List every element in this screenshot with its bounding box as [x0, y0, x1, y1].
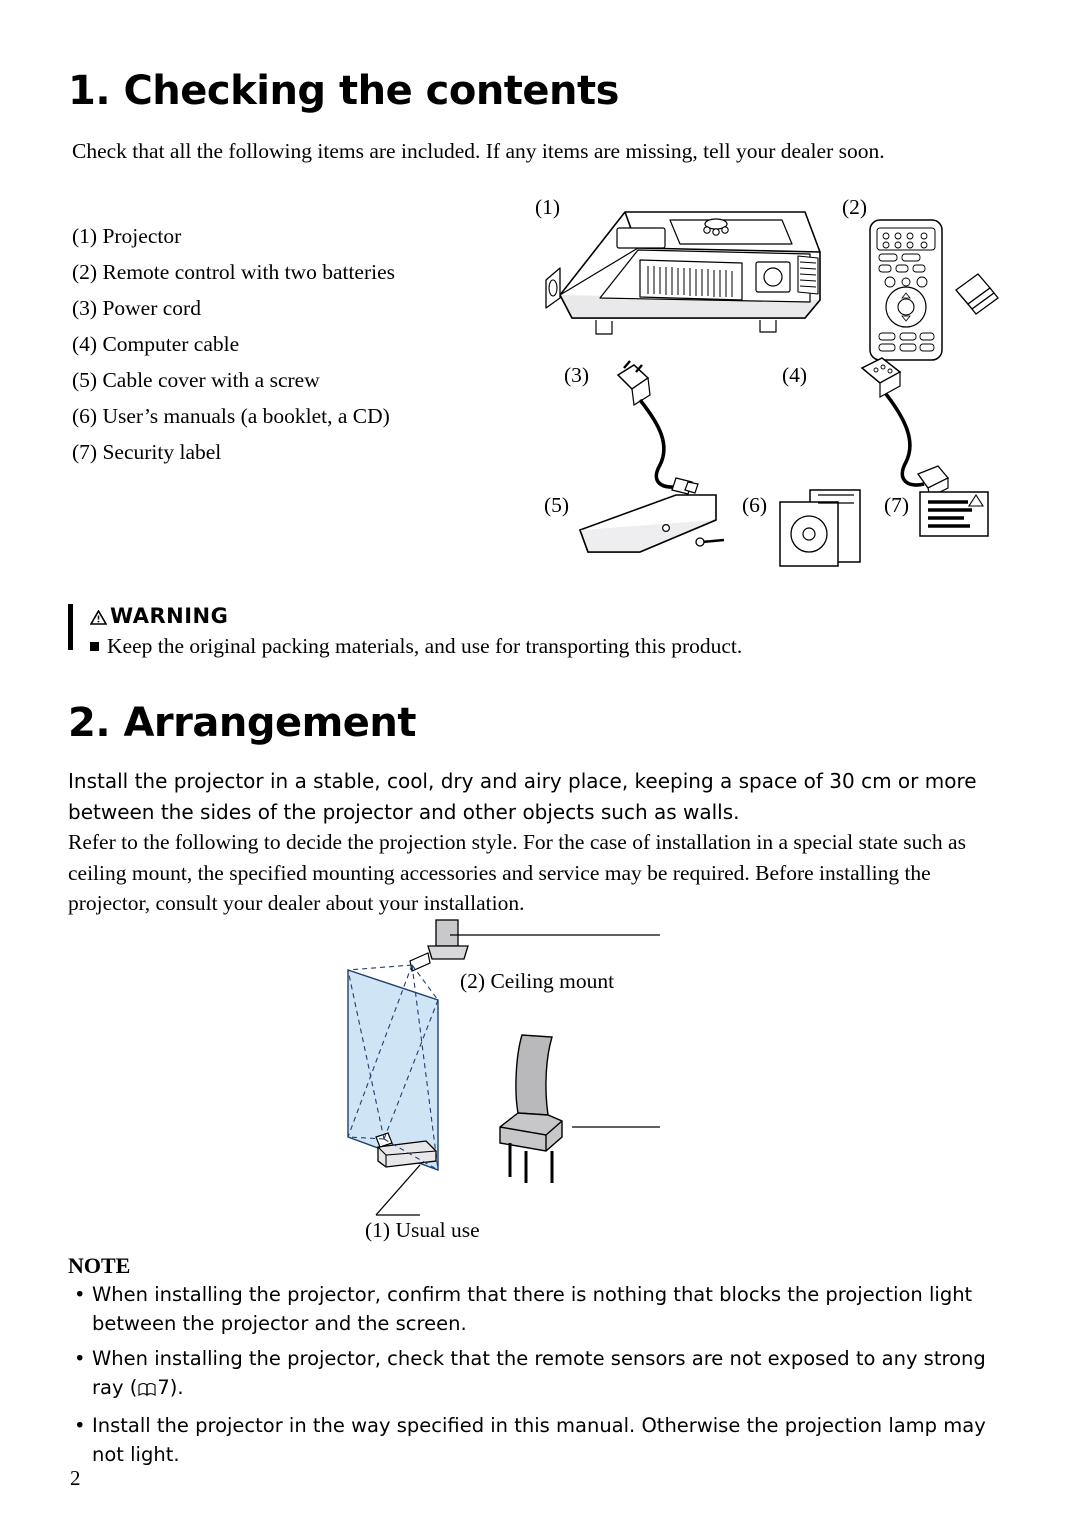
figure-number-5: (5)	[544, 493, 570, 517]
note-item: Install the projector in the way specifi…	[72, 1411, 1012, 1469]
figure-number-3: (3)	[564, 363, 590, 387]
page-title-section1: 1. Checking the contents	[68, 68, 619, 114]
accessories-illustration: (1) (2) (3) (4) (5) (6) (7)	[520, 190, 1020, 590]
figure-number-6: (6)	[742, 493, 768, 517]
note-item-text: When installing the projector, check tha…	[92, 1347, 986, 1399]
arrangement-illustration: (2) Ceiling mount (1) Usual use	[300, 915, 780, 1245]
figure-number-7: (7)	[884, 493, 910, 517]
list-item: (3) Power cord	[72, 296, 201, 320]
warning-text-row: Keep the original packing materials, and…	[90, 634, 742, 659]
bullet-square-icon	[90, 642, 99, 651]
figure-number-4: (4)	[782, 363, 808, 387]
list-item: (5) Cable cover with a screw	[72, 368, 320, 392]
section2-paragraphs: Install the projector in a stable, cool,…	[68, 766, 1013, 919]
section1-intro-text: Check that all the following items are i…	[72, 139, 885, 163]
note-item-suffix: 7).	[157, 1376, 184, 1399]
warning-text: Keep the original packing materials, and…	[107, 634, 743, 658]
figure-label-usual-use: (1) Usual use	[365, 1218, 480, 1242]
list-item: (6) User’s manuals (a booklet, a CD)	[72, 404, 390, 428]
book-icon	[138, 1376, 156, 1405]
note-list: When installing the projector, confirm t…	[72, 1280, 1012, 1475]
figure-number-2: (2)	[842, 195, 868, 219]
manual-page: 1. Checking the contents Check that all …	[0, 0, 1080, 1526]
warning-triangle-icon	[90, 610, 107, 625]
list-item: (2) Remote control with two batteries	[72, 260, 396, 284]
page-number: 2	[70, 1466, 81, 1490]
page-title-section2: 2. Arrangement	[68, 700, 417, 746]
contents-item-list: (1) Projector (2) Remote control with tw…	[72, 218, 502, 470]
warning-bar	[68, 604, 73, 650]
list-item: (7) Security label	[72, 440, 222, 464]
list-item: (1) Projector	[72, 224, 182, 248]
arrangement-svg	[347, 919, 660, 1216]
section2-paragraph-1: Install the projector in a stable, cool,…	[68, 769, 977, 824]
list-item: (4) Computer cable	[72, 332, 240, 356]
figure-label-ceiling-mount: (2) Ceiling mount	[460, 969, 615, 993]
figure-number-1: (1)	[535, 195, 561, 219]
note-item: When installing the projector, confirm t…	[72, 1280, 1012, 1338]
note-item: When installing the projector, check tha…	[72, 1344, 1012, 1405]
note-title: NOTE	[68, 1253, 131, 1278]
accessories-svg	[545, 211, 999, 567]
warning-title: WARNING	[90, 604, 228, 628]
warning-title-text: WARNING	[110, 604, 229, 628]
section2-paragraph-2: Refer to the following to decide the pro…	[68, 830, 966, 915]
